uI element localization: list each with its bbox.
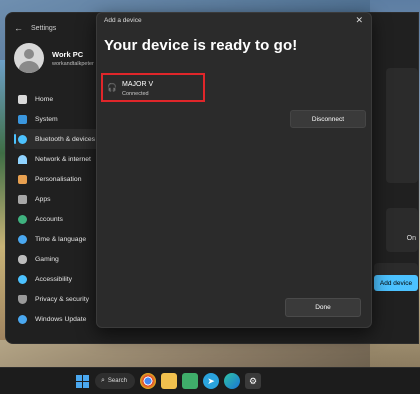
nav-item-accounts[interactable]: Accounts xyxy=(14,209,106,229)
disconnect-button[interactable]: Disconnect xyxy=(290,110,366,128)
nav-item-accessibility[interactable]: Accessibility xyxy=(14,269,106,289)
nav-item-system[interactable]: System xyxy=(14,109,106,129)
dialog-title: Add a device xyxy=(104,17,142,24)
close-icon[interactable]: ✕ xyxy=(355,15,363,26)
file-explorer-icon[interactable] xyxy=(161,373,177,389)
nav-item-label: Apps xyxy=(35,195,51,203)
settings-gear-icon[interactable]: ⚙ xyxy=(245,373,261,389)
nav-item-gaming[interactable]: Gaming xyxy=(14,249,106,269)
nav-item-label: Personalisation xyxy=(35,175,82,183)
add-device-dialog: Add a device ✕ Your device is ready to g… xyxy=(96,12,372,328)
headphones-icon: 🎧 xyxy=(107,83,117,92)
back-arrow-icon[interactable]: ← xyxy=(14,23,23,33)
nav-item-personalisation[interactable]: Personalisation xyxy=(14,169,106,189)
content-panel xyxy=(386,68,418,183)
nav-item-label: Network & internet xyxy=(35,155,91,163)
edge-icon[interactable] xyxy=(224,373,240,389)
device-status: Connected xyxy=(122,91,149,97)
avatar xyxy=(14,43,44,73)
search-icon: ⌕ xyxy=(101,377,105,384)
nav-item-privacy-security[interactable]: Privacy & security xyxy=(14,289,106,309)
settings-titlebar: ← Settings xyxy=(14,23,56,33)
wifi-icon xyxy=(18,154,27,164)
nav-item-network[interactable]: Network & internet xyxy=(14,149,106,169)
toggle-state-label: On xyxy=(406,235,416,242)
user-profile[interactable]: Work PC workandtalkpeter xyxy=(14,43,94,73)
notepad-icon[interactable] xyxy=(182,373,198,389)
nav-item-label: Time & language xyxy=(35,235,87,243)
globe-clock-icon xyxy=(18,234,27,244)
chrome-icon[interactable] xyxy=(140,373,156,389)
device-name: MAJOR V xyxy=(122,81,154,88)
add-device-button[interactable]: Add device xyxy=(374,275,418,291)
nav-item-label: Bluetooth & devices xyxy=(35,135,96,143)
nav-item-label: System xyxy=(35,115,58,123)
nav-item-apps[interactable]: Apps xyxy=(14,189,106,209)
nav-item-label: Windows Update xyxy=(35,315,87,323)
dialog-heading: Your device is ready to go! xyxy=(104,37,298,54)
taskbar-icons: ⌕ Search ➤ ⚙ xyxy=(74,373,261,389)
done-button[interactable]: Done xyxy=(285,298,361,317)
telegram-icon[interactable]: ➤ xyxy=(203,373,219,389)
brush-icon xyxy=(18,174,27,184)
nav-item-bluetooth-devices[interactable]: Bluetooth & devices xyxy=(14,129,106,149)
nav-item-time-language[interactable]: Time & language xyxy=(14,229,106,249)
settings-nav: Home System Bluetooth & devices Network … xyxy=(14,89,106,329)
accessibility-icon xyxy=(18,274,27,284)
settings-title: Settings xyxy=(31,24,57,32)
profile-email: workandtalkpeter xyxy=(52,60,94,67)
nav-item-label: Gaming xyxy=(35,255,59,263)
nav-item-label: Home xyxy=(35,95,54,103)
shield-icon xyxy=(18,294,27,304)
taskbar-search[interactable]: ⌕ Search xyxy=(95,373,135,389)
nav-item-windows-update[interactable]: Windows Update xyxy=(14,309,106,329)
content-panel xyxy=(386,208,418,252)
nav-item-label: Accessibility xyxy=(35,275,73,283)
apps-icon xyxy=(18,194,27,204)
nav-item-home[interactable]: Home xyxy=(14,89,106,109)
gamepad-icon xyxy=(18,254,27,264)
search-label: Search xyxy=(107,378,127,384)
person-icon xyxy=(18,214,27,224)
connected-device-item[interactable]: 🎧 MAJOR V Connected xyxy=(101,73,205,102)
nav-item-label: Privacy & security xyxy=(35,295,90,303)
update-icon xyxy=(18,314,27,324)
home-icon xyxy=(18,94,27,104)
bluetooth-icon xyxy=(18,134,27,144)
taskbar: ⌕ Search ➤ ⚙ xyxy=(0,367,420,394)
nav-item-label: Accounts xyxy=(35,215,63,223)
monitor-icon xyxy=(18,114,27,124)
profile-name: Work PC xyxy=(52,49,84,59)
start-icon[interactable] xyxy=(74,373,90,389)
